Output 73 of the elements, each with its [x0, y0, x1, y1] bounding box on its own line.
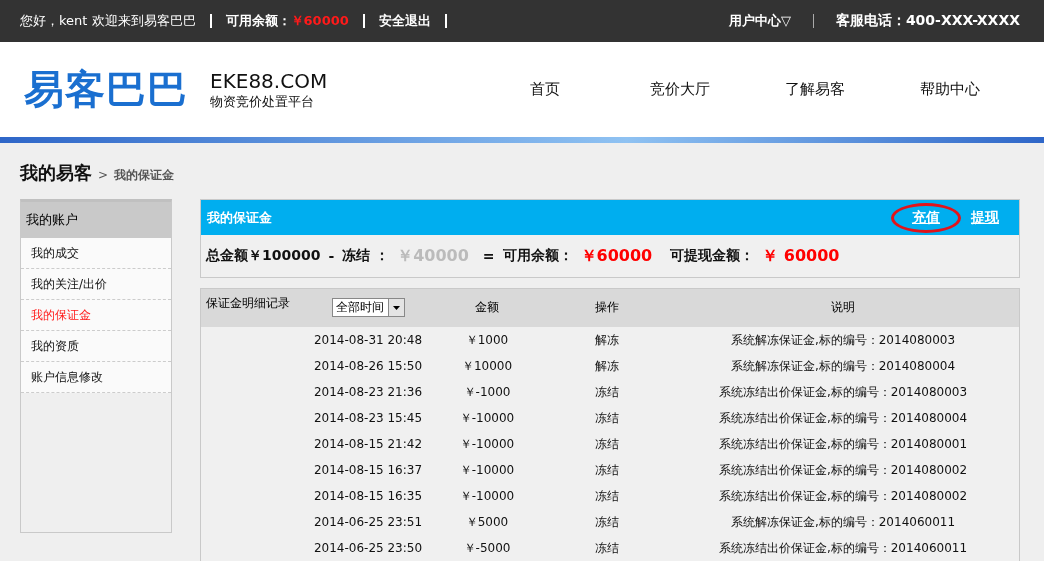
- time-cell-text: 2014-06-25 23:50: [312, 541, 424, 555]
- sidebar-item[interactable]: 我的成交: [21, 238, 171, 269]
- available-label: 可用余额：: [502, 247, 573, 265]
- note-cell-text: 系统冻结出价保证金,标的编号：2014080004: [717, 409, 969, 427]
- user-center-menu[interactable]: 用户中心▽: [728, 12, 791, 30]
- breadcrumb-link[interactable]: 我的易客: [20, 161, 92, 185]
- amount-cell-text: ￥5000: [464, 513, 510, 531]
- sidebar-item[interactable]: 我的关注/出价: [21, 269, 171, 300]
- note-cell-text: 系统解冻保证金,标的编号：2014060011: [729, 513, 957, 531]
- time-cell-text: 2014-08-15 16:37: [312, 463, 424, 477]
- domain-text: EKE88.COM: [210, 68, 328, 93]
- breadcrumb-separator: >: [98, 168, 109, 182]
- total-text: 总金额￥100000: [206, 247, 321, 265]
- action-cell-text: 冻结: [594, 409, 620, 427]
- time-cell-text: 2014-08-26 15:50: [312, 359, 424, 373]
- minus-sign: -: [328, 248, 335, 264]
- time-filter-select[interactable]: 全部时间: [331, 298, 405, 317]
- sidebar-item[interactable]: 账户信息修改: [21, 362, 171, 393]
- sidebar-item[interactable]: 我的资质: [21, 331, 171, 362]
- column-header: 说明: [830, 299, 856, 316]
- breadcrumb-current: 我的保证金: [114, 167, 175, 184]
- amount-cell-text: ￥-1000: [462, 383, 512, 401]
- records-title: 保证金明细记录: [205, 295, 291, 312]
- time-cell-text: 2014-08-31 20:48: [312, 333, 424, 347]
- action-cell-text: 解冻: [594, 331, 620, 349]
- withdrawable-value: ￥ 60000: [762, 245, 840, 267]
- action-cell-text: 冻结: [594, 461, 620, 479]
- nav-link[interactable]: 帮助中心: [882, 80, 1018, 99]
- action-cell-text: 冻结: [594, 383, 620, 401]
- equals-sign: =: [482, 248, 495, 264]
- highlight-ellipse: [891, 202, 961, 233]
- action-cell-text: 冻结: [594, 435, 620, 453]
- withdrawable-label: 可提现金额：: [670, 247, 755, 265]
- note-cell-text: 系统冻结出价保证金,标的编号：2014080002: [717, 487, 969, 505]
- note-cell-text: 系统冻结出价保证金,标的编号：2014080003: [717, 383, 969, 401]
- amount-cell-text: ￥-10000: [458, 435, 516, 453]
- amount-cell-text: ￥-10000: [458, 461, 516, 479]
- balance-value: ￥60000: [290, 12, 349, 30]
- column-header: 金额: [474, 299, 500, 316]
- action-cell-text: 冻结: [594, 539, 620, 557]
- note-cell-text: 系统解冻保证金,标的编号：2014080003: [729, 331, 957, 349]
- note-cell-text: 系统冻结出价保证金,标的编号：2014080001: [717, 435, 969, 453]
- slogan-text: 物资竞价处置平台: [210, 92, 315, 111]
- amount-cell-text: ￥-10000: [458, 487, 516, 505]
- note-cell-text: 系统解冻保证金,标的编号：2014080004: [729, 357, 957, 375]
- balance-label: 可用余额：: [225, 12, 291, 30]
- time-cell-text: 2014-06-25 23:51: [312, 515, 424, 529]
- note-cell-text: 系统冻结出价保证金,标的编号：2014080002: [717, 461, 969, 479]
- amount-cell-text: ￥10000: [460, 357, 514, 375]
- amount-cell-text: ￥-10000: [458, 409, 516, 427]
- deposit-title: 我的保证金: [207, 208, 272, 227]
- greeting-text: 您好，kent 欢迎来到易客巴巴: [20, 12, 196, 30]
- logout-link[interactable]: 安全退出: [378, 12, 431, 30]
- action-cell-text: 解冻: [594, 357, 620, 375]
- action-cell-text: 冻结: [594, 513, 620, 531]
- time-cell-text: 2014-08-15 21:42: [312, 437, 424, 451]
- amount-cell-text: ￥-5000: [462, 539, 512, 557]
- hotline-text: 客服电话：400-XXX-XXXX: [835, 12, 1020, 30]
- nav-link[interactable]: 了解易客: [747, 80, 883, 99]
- note-cell-text: 系统冻结出价保证金,标的编号：2014060011: [717, 539, 969, 557]
- time-cell-text: 2014-08-23 15:45: [312, 411, 424, 425]
- action-cell-text: 冻结: [594, 487, 620, 505]
- sidebar-item[interactable]: 我的保证金: [21, 300, 171, 331]
- nav-link[interactable]: 竞价大厅: [612, 80, 748, 99]
- nav-link[interactable]: 首页: [477, 80, 613, 99]
- available-value: ￥60000: [580, 245, 653, 267]
- sidebar-title: 我的账户: [21, 202, 171, 238]
- column-header: 操作: [594, 299, 620, 316]
- time-cell-text: 2014-08-23 21:36: [312, 385, 424, 399]
- site-logo[interactable]: 易客巴巴: [24, 62, 188, 117]
- time-cell-text: 2014-08-15 16:35: [312, 489, 424, 503]
- frozen-label: 冻结 ：: [342, 247, 390, 265]
- amount-cell-text: ￥1000: [464, 331, 510, 349]
